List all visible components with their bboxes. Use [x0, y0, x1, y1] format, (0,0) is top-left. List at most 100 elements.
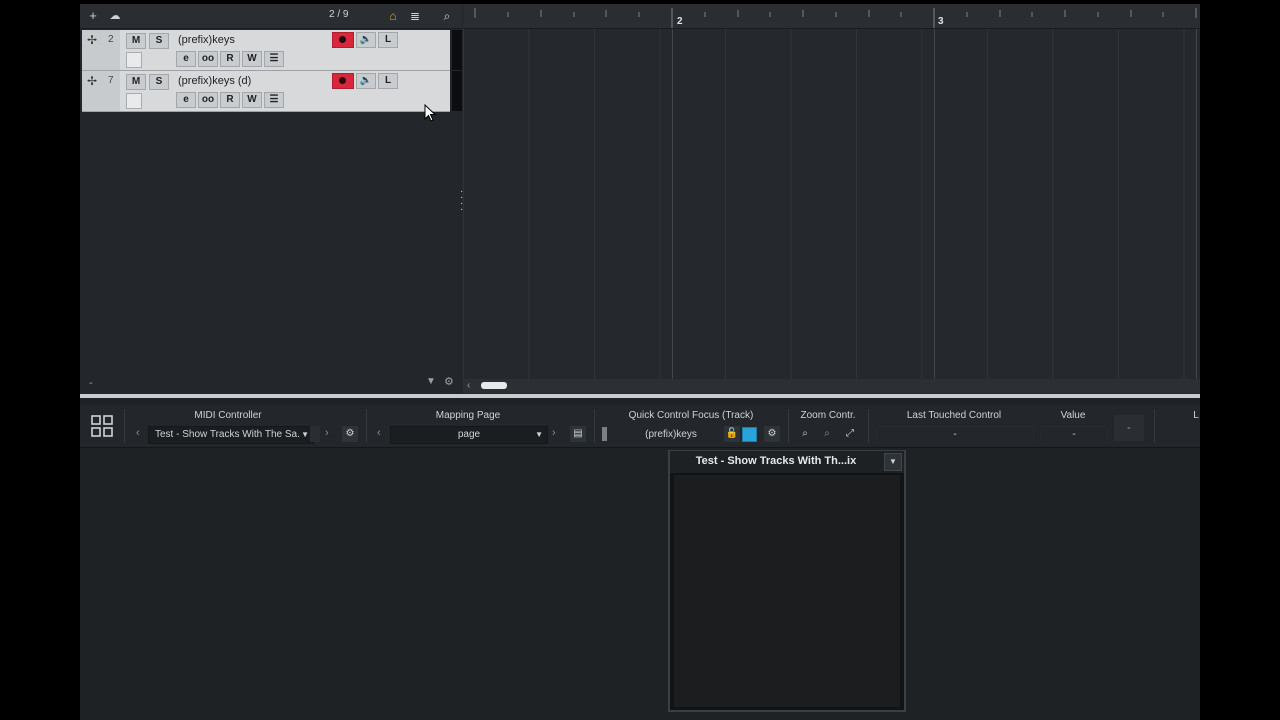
scroll-thumb[interactable] [481, 382, 507, 389]
grid-icon[interactable] [90, 414, 114, 438]
value-field: - [1040, 426, 1108, 444]
chevron-down-icon[interactable]: ▼ [884, 453, 902, 471]
record-enable-button[interactable] [332, 73, 354, 89]
record-enable-button[interactable] [332, 32, 354, 48]
instrument-icon: ✢ [87, 33, 98, 47]
separator [788, 409, 789, 443]
mapping-page-select[interactable]: page ▼ [390, 426, 548, 444]
quick-control-label: Quick Control Focus (Track) [628, 410, 754, 421]
read-button[interactable]: R [220, 51, 240, 67]
list-icon[interactable]: ≣ [406, 8, 424, 24]
midi-remote-toolbar: MIDI Controller ‹ Test - Show Tracks Wit… [80, 405, 1200, 448]
read-button[interactable]: R [220, 92, 240, 108]
bar-marker-2: 2 [677, 16, 683, 27]
add-track-icon[interactable]: + [84, 8, 102, 24]
last-touched-label: Last Touched Control [906, 410, 1002, 421]
zoom-in-icon[interactable]: ⌕ [797, 426, 813, 442]
separator [124, 409, 125, 443]
mute-button[interactable]: M [126, 74, 146, 90]
mapping-page-value: page [457, 429, 481, 440]
separator [594, 409, 595, 443]
solo-button[interactable]: S [149, 33, 169, 49]
bar-marker-3: 3 [938, 16, 944, 27]
track-color-strip [452, 71, 462, 111]
chevron-left-icon[interactable]: ‹ [136, 427, 140, 439]
write-button[interactable]: W [242, 51, 262, 67]
ruler-ticks [474, 8, 1197, 28]
gear-icon[interactable]: ⚙ [342, 426, 358, 442]
track-list-toolbar: + ☁ 2 / 9 ⌂ ≣ ⌕ [80, 4, 462, 29]
quick-control-value: (prefix)keys [645, 429, 697, 440]
value-label: Value [1060, 410, 1086, 421]
solo-button[interactable]: S [149, 74, 169, 90]
lock-icon[interactable]: 🔓 [724, 426, 740, 442]
track-checkbox[interactable] [126, 93, 142, 109]
spacer-button [310, 426, 320, 442]
instrument-icon: ✢ [87, 74, 98, 88]
track-row[interactable]: ✢ 2 M S (prefix)keys 🔈 L e oo R W ☰ [82, 30, 462, 71]
truncated-field [1164, 426, 1200, 442]
lock-icon[interactable]: L [378, 32, 398, 48]
event-display[interactable] [463, 29, 1200, 379]
bar-line [672, 29, 673, 379]
mouse-cursor-icon [424, 104, 436, 122]
horizontal-scrollbar[interactable]: ‹ [463, 379, 1200, 393]
chevron-down-icon: ▼ [301, 430, 309, 439]
midi-controller-label: MIDI Controller [194, 410, 262, 421]
gear-icon[interactable]: ⚙ [764, 426, 780, 442]
write-button[interactable]: W [242, 92, 262, 108]
track-number: 2 [108, 34, 114, 45]
extra-value-box: - [1114, 415, 1144, 441]
track-checkbox[interactable] [126, 52, 142, 68]
monitor-icon[interactable]: 🔈 [356, 32, 376, 48]
zoom-label: Zoom Contr. [800, 410, 856, 421]
controller-panel-title: Test - Show Tracks With Th...ix [695, 455, 857, 467]
menu-icon[interactable]: ☰ [264, 92, 284, 108]
focus-color-button[interactable] [742, 427, 757, 442]
menu-icon[interactable]: ☰ [264, 51, 284, 67]
quick-control-field[interactable]: (prefix)keys [614, 426, 728, 444]
zoom-out-icon[interactable]: ⌕ [819, 426, 835, 442]
separator [1154, 409, 1155, 443]
track-color-strip [452, 30, 462, 70]
link-button[interactable]: oo [198, 51, 218, 67]
search-icon[interactable]: ⌕ [438, 8, 456, 24]
last-touched-value: - [953, 429, 957, 440]
mapping-page-label: Mapping Page [435, 410, 501, 421]
chevron-down-icon: ▼ [535, 430, 543, 439]
truncated-label: L [1193, 410, 1199, 421]
track-name[interactable]: (prefix)keys (d) [178, 75, 251, 87]
chevron-right-icon[interactable]: › [325, 427, 329, 439]
focus-indicator [602, 427, 607, 441]
separator [868, 409, 869, 443]
edit-button[interactable]: e [176, 51, 196, 67]
zoom-fit-icon[interactable]: ⤢ [842, 426, 858, 442]
extra-value: - [1127, 422, 1131, 434]
home-lock-icon[interactable]: ⌂ [384, 8, 402, 24]
monitor-icon[interactable]: 🔈 [356, 73, 376, 89]
bar-line [934, 29, 935, 379]
chevron-right-icon[interactable]: › [552, 427, 556, 439]
last-touched-field: - [876, 426, 1034, 444]
page-settings-icon[interactable]: ▤ [570, 426, 586, 442]
lock-icon[interactable]: L [378, 73, 398, 89]
track-name[interactable]: (prefix)keys [178, 34, 235, 46]
timeline-ruler[interactable]: 2 3 [463, 4, 1200, 29]
bar-line [1196, 29, 1197, 379]
midi-controller-select[interactable]: Test - Show Tracks With The Sa. ▼ [148, 426, 314, 444]
edit-button[interactable]: e [176, 92, 196, 108]
mute-button[interactable]: M [126, 33, 146, 49]
track-counter: 2 / 9 [329, 9, 349, 20]
link-button[interactable]: oo [198, 92, 218, 108]
cloud-icon[interactable]: ☁ [106, 8, 124, 24]
track-list: ✢ 2 M S (prefix)keys 🔈 L e oo R W ☰ ✢ 7 … [80, 29, 463, 395]
controller-panel-surface [674, 475, 900, 707]
track-number: 7 [108, 75, 114, 86]
chevron-left-icon[interactable]: ‹ [377, 427, 381, 439]
gear-icon[interactable]: ⚙ [444, 375, 454, 388]
track-list-footer-dash: - [89, 377, 93, 389]
chevron-down-icon[interactable]: ▼ [426, 376, 436, 387]
value-value: - [1072, 429, 1076, 440]
chevron-left-icon[interactable]: ‹ [467, 380, 470, 391]
track-row[interactable]: ✢ 7 M S (prefix)keys (d) 🔈 L e oo R W ☰ [82, 71, 462, 112]
